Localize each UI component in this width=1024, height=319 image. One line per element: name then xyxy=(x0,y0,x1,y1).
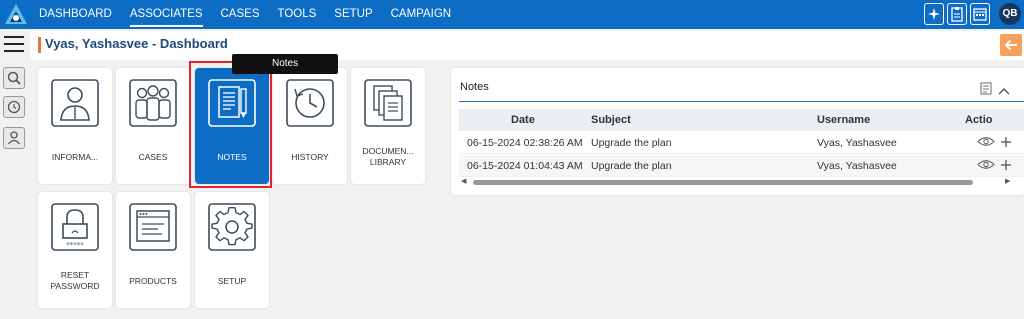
tile-label: PRODUCTS xyxy=(129,276,177,286)
person-icon xyxy=(51,79,99,127)
tile-information[interactable]: INFORMA... xyxy=(38,68,112,184)
tile-label: INFORMA... xyxy=(51,152,99,162)
tile-history[interactable]: HISTORY xyxy=(273,68,347,184)
back-arrow-icon[interactable] xyxy=(1000,34,1022,56)
tile-reset-password[interactable]: ***** RESET PASSWORD xyxy=(38,192,112,308)
export-icon[interactable] xyxy=(980,82,992,100)
chevron-up-icon[interactable] xyxy=(998,82,1010,100)
search-icon[interactable] xyxy=(3,67,25,89)
browser-window-icon xyxy=(129,203,177,251)
cell-subject: Upgrade the plan xyxy=(591,137,672,149)
clipboard-icon[interactable] xyxy=(947,3,967,25)
column-header-date[interactable]: Date xyxy=(511,109,535,131)
tile-document-library[interactable]: DOCUMEN... LIBRARY xyxy=(351,68,425,184)
table-row[interactable]: 06-15-2024 02:38:26 AM Upgrade the plan … xyxy=(459,132,1024,154)
row-actions xyxy=(977,159,1011,170)
tile-cases[interactable]: CASES xyxy=(116,68,190,184)
cell-username: Vyas, Yashasvee xyxy=(817,137,897,149)
page-header: Vyas, Yashasvee - Dashboard xyxy=(30,31,1024,60)
tile-label: RESET PASSWORD xyxy=(50,270,100,291)
documents-icon xyxy=(364,79,412,127)
nav-campaign[interactable]: CAMPAIGN xyxy=(382,0,461,29)
app-logo[interactable] xyxy=(4,3,28,25)
calendar-icon[interactable] xyxy=(970,3,990,25)
history-icon[interactable] xyxy=(3,96,25,118)
panel-divider xyxy=(459,101,1024,102)
top-nav-bar: DASHBOARD ASSOCIATES CASES TOOLS SETUP C… xyxy=(0,0,1024,29)
user-settings-icon[interactable] xyxy=(3,127,25,149)
nav-tools[interactable]: TOOLS xyxy=(269,0,326,29)
scrollbar-thumb[interactable] xyxy=(473,180,973,185)
lock-icon: ***** xyxy=(51,203,99,251)
tooltip: Notes xyxy=(232,54,338,74)
eye-icon[interactable] xyxy=(977,159,995,170)
main-nav: DASHBOARD ASSOCIATES CASES TOOLS SETUP C… xyxy=(30,0,460,29)
tile-label: SETUP xyxy=(217,276,247,286)
tile-label: CASES xyxy=(138,152,168,162)
nav-dashboard[interactable]: DASHBOARD xyxy=(30,0,121,29)
top-toolbar xyxy=(924,3,990,25)
column-header-username[interactable]: Username xyxy=(817,109,870,131)
notes-panel: Notes Date Subject Username Actio 06-15-… xyxy=(451,68,1024,195)
tile-label: DOCUMEN... LIBRARY xyxy=(362,146,414,167)
tile-setup[interactable]: SETUP xyxy=(195,192,269,308)
panel-tools xyxy=(980,82,1010,100)
row-actions xyxy=(977,136,1011,147)
user-avatar[interactable]: QB xyxy=(999,3,1021,25)
nav-associates[interactable]: ASSOCIATES xyxy=(121,0,212,29)
column-header-actions: Actio xyxy=(965,114,993,126)
horizontal-scrollbar[interactable]: ◀ ▶ xyxy=(459,177,1024,187)
notes-tile-highlight xyxy=(189,61,272,188)
nav-cases[interactable]: CASES xyxy=(212,0,269,29)
column-header-subject[interactable]: Subject xyxy=(591,109,631,131)
nav-setup[interactable]: SETUP xyxy=(325,0,381,29)
cell-subject: Upgrade the plan xyxy=(591,160,672,172)
tile-label: HISTORY xyxy=(291,152,329,162)
cell-date: 06-15-2024 01:04:43 AM xyxy=(467,160,583,172)
cell-date: 06-15-2024 02:38:26 AM xyxy=(467,137,583,149)
clock-icon xyxy=(286,79,334,127)
table-row[interactable]: 06-15-2024 01:04:43 AM Upgrade the plan … xyxy=(459,155,1024,177)
svg-text:*****: ***** xyxy=(66,241,84,249)
eye-icon[interactable] xyxy=(977,136,995,147)
plus-icon[interactable] xyxy=(1001,136,1011,147)
table-header: Date Subject Username Actio xyxy=(459,109,1024,131)
header-accent-bar xyxy=(38,37,41,53)
cell-username: Vyas, Yashasvee xyxy=(817,160,897,172)
panel-title: Notes xyxy=(460,81,489,93)
tile-products[interactable]: PRODUCTS xyxy=(116,192,190,308)
gear-icon xyxy=(208,203,256,251)
sparkle-icon[interactable] xyxy=(924,3,944,25)
scroll-right-arrow-icon[interactable]: ▶ xyxy=(1005,177,1010,187)
group-icon xyxy=(129,79,177,127)
scroll-left-arrow-icon[interactable]: ◀ xyxy=(461,177,466,187)
page-title: Vyas, Yashasvee - Dashboard xyxy=(45,36,228,51)
plus-icon[interactable] xyxy=(1001,159,1011,170)
hamburger-menu-icon[interactable] xyxy=(4,36,24,52)
